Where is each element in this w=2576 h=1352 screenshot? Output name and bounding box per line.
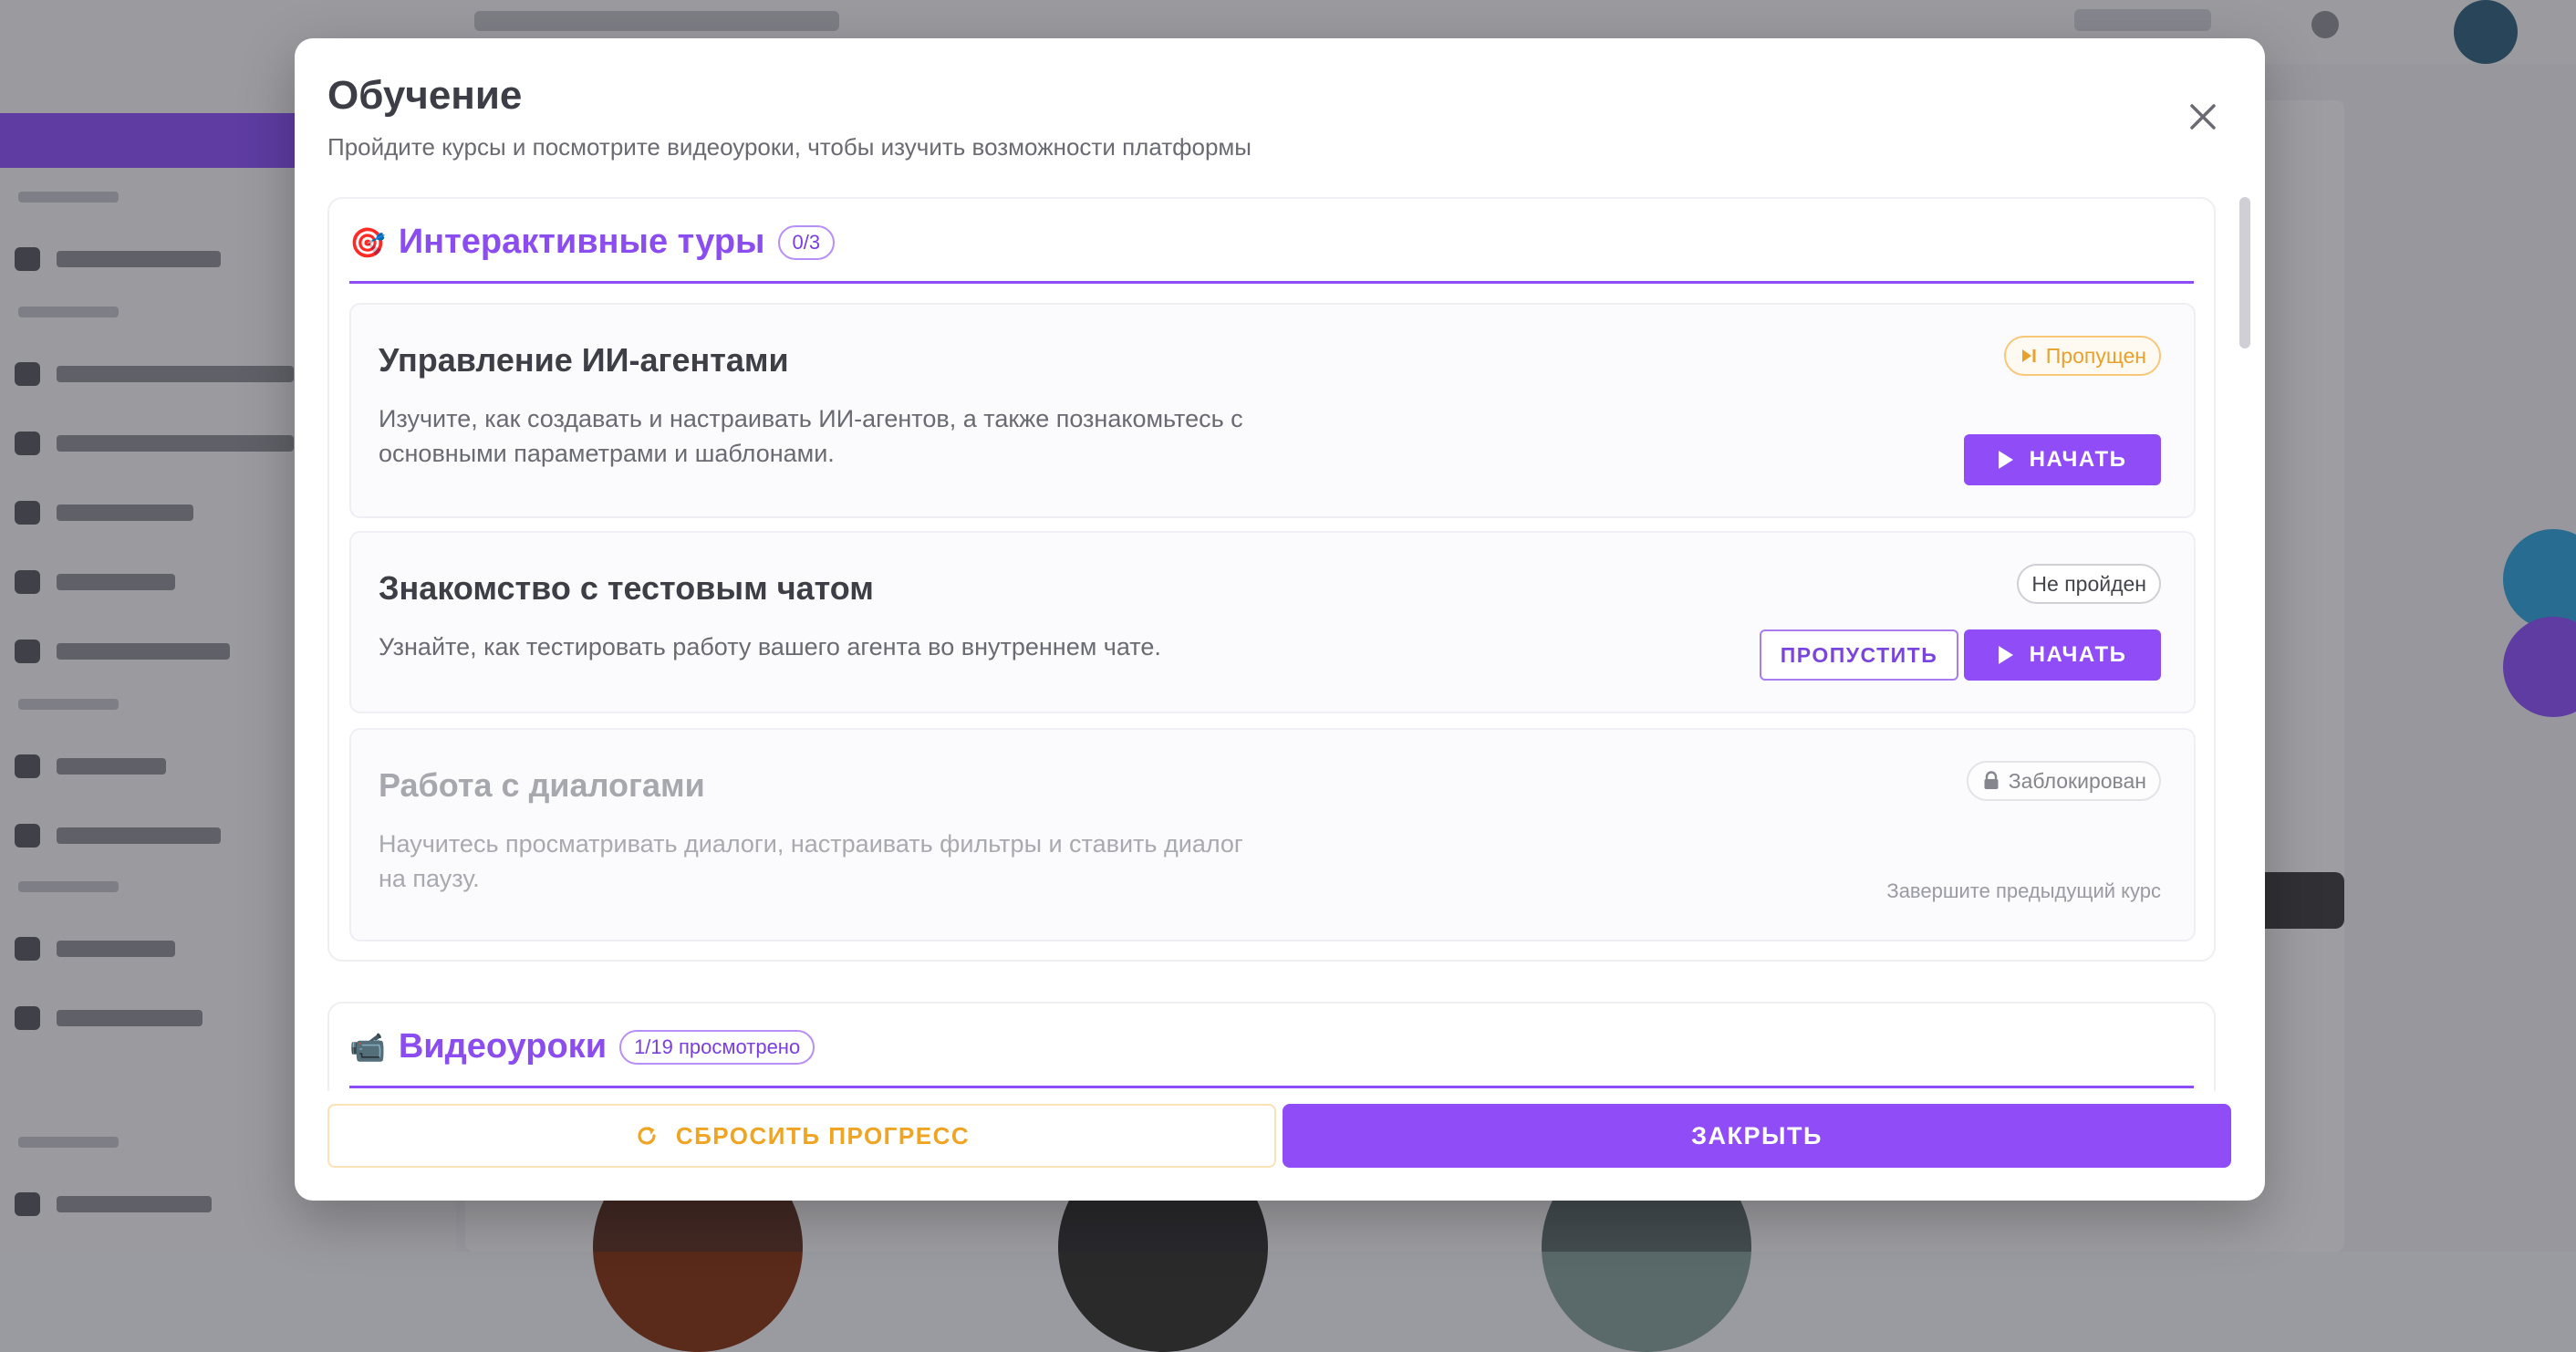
status-badge: Заблокирован — [1967, 761, 2161, 801]
modal-title: Обучение — [327, 73, 522, 119]
status-badge: Пропущен — [2004, 336, 2161, 376]
reset-progress-button[interactable]: СБРОСИТЬ ПРОГРЕСС — [327, 1104, 1276, 1168]
close-modal-label: ЗАКРЫТЬ — [1691, 1122, 1823, 1150]
lock-icon — [1981, 771, 2001, 791]
tours-section-divider — [349, 281, 2194, 284]
start-tour-button[interactable]: НАЧАТЬ — [1964, 434, 2161, 485]
tours-section-header: 🎯 Интерактивные туры 0/3 — [349, 223, 835, 262]
scrollbar[interactable] — [2238, 197, 2252, 1073]
scrollbar-thumb[interactable] — [2239, 197, 2250, 348]
status-badge-label: Пропущен — [2046, 344, 2146, 369]
status-badge-label: Не пройден — [2031, 572, 2146, 597]
onboarding-modal: Обучение Пройдите курсы и посмотрите вид… — [295, 38, 2265, 1201]
start-button-label: НАЧАТЬ — [2030, 447, 2127, 473]
start-tour-button[interactable]: НАЧАТЬ — [1964, 629, 2161, 681]
tour-card-title: Работа с диалогами — [379, 766, 705, 805]
reset-progress-label: СБРОСИТЬ ПРОГРЕСС — [676, 1122, 970, 1150]
modal-subtitle: Пройдите курсы и посмотрите видеоуроки, … — [327, 133, 1252, 161]
videos-section: 📹 Видеоуроки 1/19 просмотрено — [327, 1002, 2216, 1091]
skip-tour-button[interactable]: ПРОПУСТИТЬ — [1760, 629, 1958, 681]
target-icon: 🎯 — [349, 228, 386, 257]
refresh-icon — [634, 1123, 660, 1149]
skip-next-icon — [2019, 346, 2039, 366]
tour-card-title: Знакомство с тестовым чатом — [379, 569, 874, 608]
tour-card-title: Управление ИИ-агентами — [379, 341, 789, 380]
tour-card: Знакомство с тестовым чатом Узнайте, как… — [349, 531, 2196, 713]
tours-section: 🎯 Интерактивные туры 0/3 Управление ИИ-а… — [327, 197, 2216, 962]
play-icon — [1999, 646, 2013, 664]
modal-scroll-area[interactable]: 🎯 Интерактивные туры 0/3 Управление ИИ-а… — [327, 197, 2216, 1091]
play-icon — [1999, 451, 2013, 469]
start-button-label: НАЧАТЬ — [2030, 642, 2127, 668]
tour-card-description: Изучите, как создавать и настраивать ИИ-… — [379, 401, 1291, 471]
videos-count-badge: 1/19 просмотрено — [619, 1030, 815, 1065]
tours-section-title: Интерактивные туры — [399, 223, 765, 262]
tour-card-description: Научитесь просматривать диалоги, настраи… — [379, 827, 1272, 896]
status-badge-label: Заблокирован — [2009, 769, 2146, 794]
locked-hint: Завершите предыдущий курс — [1886, 879, 2161, 903]
tours-count-badge: 0/3 — [778, 225, 836, 260]
tour-card-description: Узнайте, как тестировать работу вашего а… — [379, 629, 1291, 664]
close-icon — [2185, 99, 2221, 135]
close-modal-button[interactable]: ЗАКРЫТЬ — [1283, 1104, 2231, 1168]
video-camera-icon: 📹 — [349, 1033, 386, 1062]
videos-section-header: 📹 Видеоуроки 1/19 просмотрено — [349, 1027, 815, 1066]
skip-button-label: ПРОПУСТИТЬ — [1781, 643, 1938, 668]
videos-section-divider — [349, 1086, 2194, 1088]
tour-card-locked: Работа с диалогами Научитесь просматрива… — [349, 728, 2196, 941]
close-button[interactable] — [2185, 99, 2221, 135]
videos-section-title: Видеоуроки — [399, 1027, 607, 1066]
status-badge: Не пройден — [2017, 564, 2161, 604]
tour-card: Управление ИИ-агентами Изучите, как созд… — [349, 303, 2196, 518]
